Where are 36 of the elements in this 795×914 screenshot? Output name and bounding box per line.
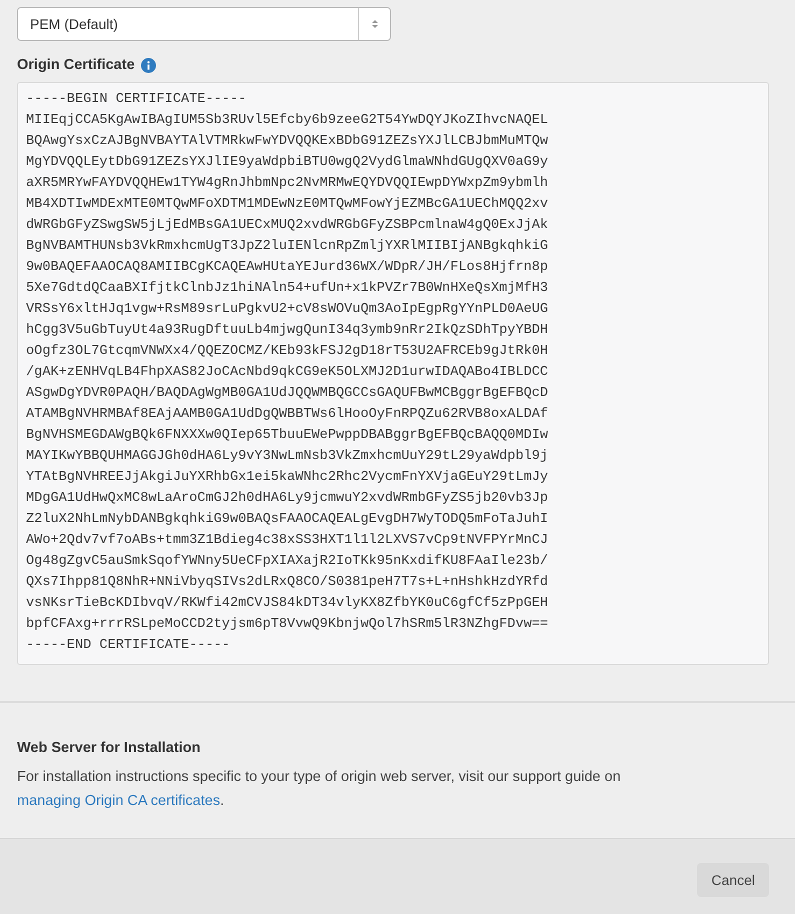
certificate-line: -----END CERTIFICATE----- (26, 637, 231, 655)
certificate-line: AWo+2Qdv7vf7oABs+tmm3Z1Bdieg4c38xSS3HXT1l1l2LXVS7vCp9tNVFPYrMnCJ (26, 532, 550, 550)
instructions-text: For installation instructions specific to your type of origin web server, visit our support guide on managing Origin CA certificates. (17, 768, 622, 811)
certificate-line: aXR5MRYwFAYDVQQHEw1TYW4gRnJhbmNpc2NvMRMwEQYDVQQIEwpDYWxpZm9ybmlh (26, 175, 550, 193)
stepper-icon (370, 18, 378, 30)
format-select[interactable]: PEM (Default) (17, 7, 391, 41)
certificate-line: MB4XDTIwMDExMTE0MTQwMFoXDTM1MDEwNzE0MTQwMFowYjEZMBcGA1UEChMQQ2xv (26, 196, 550, 214)
certificate-line: dWRGbGFyZSwgSW5jLjEdMBsGA1UECxMUQ2xvdWRGbGFyZSBPcmlnaW4gQ0ExJjAk (26, 217, 550, 235)
support-link[interactable]: managing Origin CA certificates (17, 793, 220, 809)
certificate-line: -----BEGIN CERTIFICATE----- (26, 91, 248, 109)
certificate-line: Z2luX2NhLmNybDANBgkqhkiG9w0BAQsFAAOCAQEALgEvgDH7WyTODQ5mFoTaJuhI (26, 511, 550, 529)
certificate-line: vsNKsrTieBcKDIbvqV/RKWfi42mCVJS84kDT34vlyKX8ZfbYK0uC6gfCf5zPpGEH (26, 595, 550, 613)
section-label: Origin Certificate (17, 57, 135, 73)
certificate-line: MAYIKwYBBQUHMAGGJGh0dHA6Ly9vY3NwLmNsb3VkZmxhcmUuY29tL29yaWdpbl9j (26, 448, 550, 466)
cancel-button[interactable]: Cancel (697, 863, 769, 897)
certificate-line: /gAK+zENHVqLB4FhpXAS82JoCAcNbd9qkCG9eK5OLXMJ2D1urwIDAQABo4IBLDCC (26, 364, 550, 382)
certificate-line: QXs7Ihpp81Q8NhR+NNiVbyqSIVs2dLRxQ8CO/S0381peH7T7s+L+nHshkHzdYRfd (26, 574, 550, 592)
certificate-line: ATAMBgNVHRMBAf8EAjAAMB0GA1UdDgQWBBTWs6lHooOyFnRPQZu62RVB8oxALDAf (26, 406, 550, 424)
certificate-line: ASgwDgYDVR0PAQH/BAQDAgWgMB0GA1UdJQQWMBQGCCsGAQUFBwMCBggrBgEFBQcD (26, 385, 550, 403)
certificate-line: MDgGA1UdHwQxMC8wLaAroCmGJ2h0dHA6Ly9jcmwuY2xvdWRmbGFyZS5jb20vb3Jp (26, 490, 550, 508)
certificate-line: hCgg3V5uGbTuyUt4a93RugDftuuLb4mjwgQunI34q3ymb9nRr2IkQzSDhTpyYBDH (26, 322, 550, 340)
certificate-line: MIIEqjCCA5KgAwIBAgIUM5Sb3RUvl5Efcby6b9zeeG2T54YwDQYJKoZIhvcNAQEL (26, 112, 550, 130)
certificate-line: BgNVBAMTHUNsb3VkRmxhcmUgT3JpZ2luIENlcnRpZmljYXRlMIIBIjANBgkqhkiG (26, 238, 550, 256)
certificate-textarea[interactable] (17, 82, 769, 665)
certificate-line: 5Xe7GdtdQCaaBXIfjtkClnbJz1hiNAln54+ufUn+x1kPVZr7B0WnHXeQsXmjMfH3 (26, 280, 550, 298)
section-title: Web Server for Installation (17, 740, 202, 756)
certificate-line: VRSsY6xltHJq1vgw+RsM89srLuPgkvU2+cV8sWOVuQm3AoIpEgpRgYYnPLD0AeUG (26, 301, 550, 319)
certificate-line: BgNVHSMEGDAWgBQk6FNXXXw0QIep65TbuuEWePwppDBABggrBgEFBQcBAQQ0MDIw (26, 427, 550, 445)
certificate-line: bpfCFAxg+rrrRSLpeMoCCD2tyjsm6pT8VvwQ9KbnjwQol7hSRm5lR3NZhgFDvw== (26, 616, 550, 634)
certificate-line: oOgfz3OL7GtcqmVNWXx4/QQEZOCMZ/KEb93kFSJ2gD18rT53U2AFRCEb9gJtRk0H (26, 343, 550, 361)
certificate-line: 9w0BAQEFAAOCAQ8AMIIBCgKCAQEAwHUtaYEJurd36WX/WDpR/JH/FLos8Hjfrn8p (26, 259, 550, 277)
certificate-line: Og48gZgvC5auSmkSqofYWNny5UeCFpXIAXajR2IoTKk95nKxdifKU8FAaIle23b/ (26, 553, 550, 571)
certificate-line: YTAtBgNVHREEJjAkgiJuYXRhbGx1ei5kaWNhc2Rhc2VycmFnYXVjaGEuY29tLmJy (26, 469, 550, 487)
certificate-line: MgYDVQQLEytDbG91ZEZsYXJlIE9yaWdpbiBTU0wgQ2VydGlmaWNhdGUgQXV0aG9y (26, 154, 550, 172)
certificate-line: BQAwgYsxCzAJBgNVBAYTAlVTMRkwFwYDVQQKExBDbG91ZEZsYXJlLCBJbmMuMTQw (26, 133, 550, 151)
info-icon[interactable] (140, 58, 156, 72)
